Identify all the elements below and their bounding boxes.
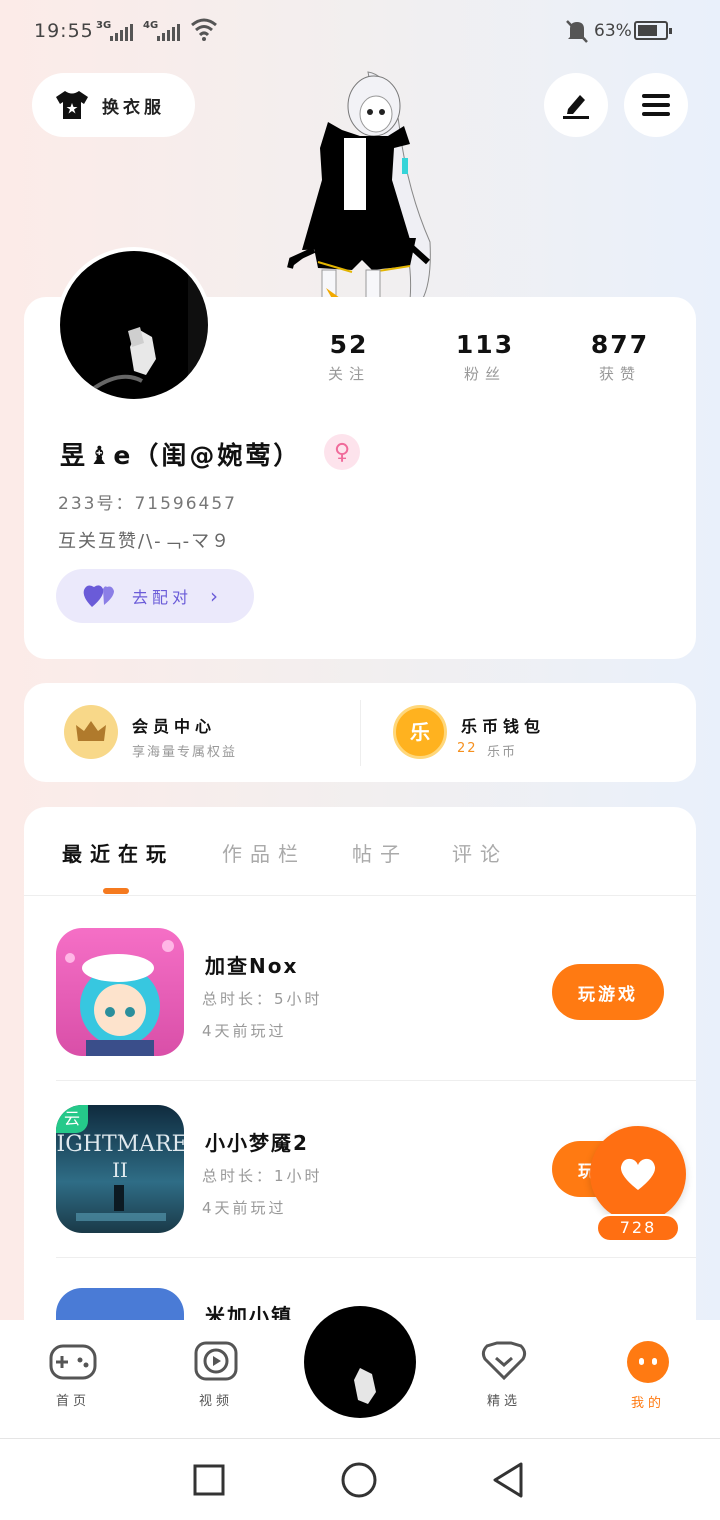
pen-icon [563,95,589,119]
match-label: 去配对 [132,588,193,607]
double-heart-icon [83,585,114,607]
followers-count: 113 [455,330,515,359]
game-last-played: 4天前玩过 [202,1022,287,1040]
coin-wallet-title: 乐币钱包 [461,717,546,736]
system-nav-bar [0,1438,720,1520]
avatar-image [88,251,208,399]
likes-label: 获赞 [598,365,641,383]
play-game-button[interactable]: 玩游戏 [552,964,664,1020]
floating-like-button[interactable] [590,1126,686,1222]
game-duration: 总时长：5小时 [202,990,323,1008]
back-triangle-icon[interactable] [490,1461,526,1499]
nav-video[interactable]: 视频 [176,1340,256,1409]
change-outfit-label: 换衣服 [102,97,165,118]
followers-label: 粉丝 [463,365,506,383]
status-bar: 19:55 3G 4G 63% [0,0,720,62]
tshirt-icon [56,91,88,119]
match-button[interactable]: 去配对 › [56,569,254,623]
nav-home-label: 首页 [55,1394,90,1409]
coin-wallet-button[interactable]: 乐 乐币钱包 22 乐币 [361,683,696,782]
likes-count: 877 [590,330,650,359]
vip-center-subtitle: 享海量专属权益 [132,745,238,760]
heart-icon [620,1158,656,1190]
profile-face-icon [627,1341,669,1383]
svg-text:II: II [112,1158,128,1182]
crown-icon [64,705,118,759]
game-duration: 总时长：1小时 [202,1167,323,1185]
signal-icon [110,24,133,41]
coin-amount: 22 [457,741,478,756]
likes-stat[interactable]: 877 获赞 [560,330,680,384]
coin-icon: 乐 [393,705,447,759]
signal-icon-2 [157,24,180,41]
following-count: 52 [329,330,369,359]
following-stat[interactable]: 52 关注 [289,330,409,384]
female-gender-icon: ♀ [324,434,360,470]
nav-center-avatar-button[interactable] [298,1300,422,1424]
tab-posts[interactable]: 帖子 [352,838,408,867]
like-count: 728 [596,1214,680,1242]
clock: 19:55 [34,20,94,42]
network-3g-label: 3G [96,20,112,31]
tab-divider [24,895,696,896]
followers-stat[interactable]: 113 粉丝 [425,330,545,384]
nav-home[interactable]: 首页 [33,1340,113,1409]
gamepad-icon [49,1344,97,1380]
tab-comments[interactable]: 评论 [452,838,508,867]
username: 昱♝e（闺@婉莺） [60,441,302,470]
avatar-character-illustration [287,71,431,302]
game-last-played: 4天前玩过 [202,1199,287,1217]
row-divider [56,1080,696,1081]
svg-text:NIGHTMARES: NIGHTMARES [56,1132,184,1157]
home-circle-icon[interactable] [340,1461,378,1499]
active-tab-indicator [103,888,129,894]
avatar[interactable] [56,247,212,403]
battery-icon [634,21,672,40]
mute-bell-icon [566,20,588,43]
game-title: 米加小镇 [205,1304,293,1320]
battery-percent: 63% [594,21,632,41]
recent-apps-icon[interactable] [192,1463,226,1497]
nav-video-label: 视频 [198,1394,233,1409]
hamburger-icon [642,94,670,116]
game-icon-gacha-nox [56,928,184,1056]
heart-chat-icon [481,1341,527,1381]
menu-button[interactable] [624,73,688,137]
coin-unit: 乐币 [487,745,518,760]
nav-featured[interactable]: 精选 [464,1340,544,1409]
tab-works[interactable]: 作品栏 [222,838,306,867]
change-outfit-button[interactable]: 换衣服 [32,73,195,137]
game-title: 加查Nox [205,954,299,978]
vip-center-button[interactable]: 会员中心 享海量专属权益 [24,683,360,782]
wifi-icon [191,18,217,41]
game-icon-little-nightmares-2: NIGHTMARESII 云 [56,1105,184,1233]
nav-mine-label: 我的 [630,1396,665,1411]
user-id: 233号：71596457 [58,494,237,514]
tab-recently-played[interactable]: 最近在玩 [62,838,174,867]
cloud-game-badge: 云 [56,1105,88,1133]
vip-center-title: 会员中心 [132,717,217,736]
nav-mine[interactable]: 我的 [608,1340,688,1411]
edit-button[interactable] [544,73,608,137]
nav-featured-label: 精选 [486,1394,521,1409]
chevron-right-icon: › [210,584,219,608]
video-play-icon [194,1341,238,1381]
game-title: 小小梦魇2 [205,1131,309,1155]
center-avatar-image [304,1306,416,1418]
user-bio: 互关互赞/\-﹁-マ９ [58,531,232,552]
network-4g-label: 4G [143,20,159,31]
following-label: 关注 [327,365,370,383]
row-divider [56,1257,696,1258]
